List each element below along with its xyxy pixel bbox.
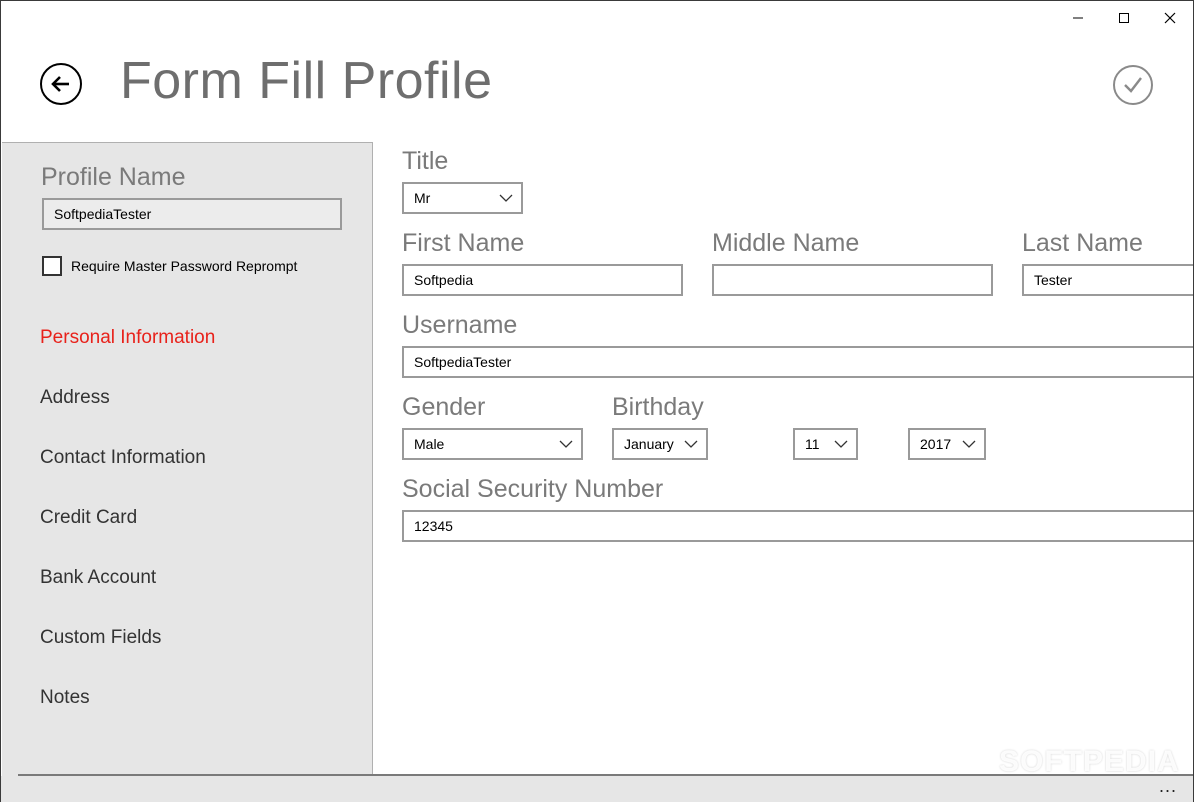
gender-select[interactable]: Male: [402, 428, 583, 460]
more-options-button[interactable]: ...: [1159, 777, 1177, 795]
require-reprompt-label: Require Master Password Reprompt: [71, 258, 298, 274]
maximize-button[interactable]: [1101, 1, 1147, 35]
first-name-label: First Name: [402, 229, 525, 257]
back-arrow-icon: [51, 76, 69, 92]
birthday-year-select[interactable]: 2017: [908, 428, 986, 460]
require-reprompt-checkbox[interactable]: [42, 256, 62, 276]
nav-item-bank-account[interactable]: Bank Account: [40, 553, 215, 613]
username-field[interactable]: SoftpediaTester: [402, 346, 1193, 378]
ssn-field[interactable]: 12345: [402, 510, 1193, 542]
minimize-button[interactable]: [1055, 1, 1101, 35]
nav-item-notes[interactable]: Notes: [40, 673, 215, 733]
nav-item-credit-card[interactable]: Credit Card: [40, 493, 215, 553]
chevron-down-icon: [834, 440, 848, 448]
close-icon: [1164, 12, 1176, 24]
nav-item-address[interactable]: Address: [40, 373, 215, 433]
profile-name-field[interactable]: SoftpediaTester: [42, 198, 342, 230]
last-name-field[interactable]: Tester: [1022, 264, 1193, 296]
page-title: Form Fill Profile: [120, 52, 493, 110]
nav-item-custom-fields[interactable]: Custom Fields: [40, 613, 215, 673]
middle-name-label: Middle Name: [712, 229, 860, 257]
app-window: Form Fill Profile Profile Name Softpedia…: [0, 0, 1194, 802]
gender-select-value: Male: [414, 436, 445, 452]
birthday-month-select[interactable]: January: [612, 428, 708, 460]
birthday-day-value: 11: [805, 436, 820, 452]
chevron-down-icon: [499, 194, 513, 202]
birthday-day-select[interactable]: 11: [793, 428, 858, 460]
title-select-value: Mr: [414, 190, 431, 206]
close-button[interactable]: [1147, 1, 1193, 35]
chevron-down-icon: [559, 440, 573, 448]
maximize-icon: [1119, 13, 1129, 23]
title-label: Title: [402, 147, 449, 175]
minimize-icon: [1073, 17, 1083, 19]
first-name-field[interactable]: Softpedia: [402, 264, 683, 296]
username-label: Username: [402, 311, 518, 339]
birthday-label: Birthday: [612, 393, 704, 421]
back-button[interactable]: [40, 63, 82, 105]
last-name-label: Last Name: [1022, 229, 1143, 257]
chevron-down-icon: [962, 440, 976, 448]
birthday-year-value: 2017: [920, 436, 952, 452]
gender-label: Gender: [402, 393, 486, 421]
ssn-label: Social Security Number: [402, 475, 664, 503]
birthday-month-value: January: [624, 436, 674, 452]
sidebar: Profile Name SoftpediaTester Require Mas…: [2, 142, 373, 776]
title-select[interactable]: Mr: [402, 182, 523, 214]
middle-name-field[interactable]: [712, 264, 993, 296]
profile-name-label: Profile Name: [41, 163, 186, 191]
nav-item-personal-information[interactable]: Personal Information: [40, 313, 215, 373]
section-nav: Personal Information Address Contact Inf…: [40, 313, 215, 733]
require-reprompt-row[interactable]: Require Master Password Reprompt: [42, 256, 297, 276]
window-caption-buttons: [1055, 1, 1193, 35]
checkmark-icon: [1124, 77, 1142, 93]
chevron-down-icon: [684, 440, 698, 448]
app-bar: [1, 776, 1193, 802]
save-button[interactable]: [1113, 65, 1153, 105]
nav-item-contact-information[interactable]: Contact Information: [40, 433, 215, 493]
